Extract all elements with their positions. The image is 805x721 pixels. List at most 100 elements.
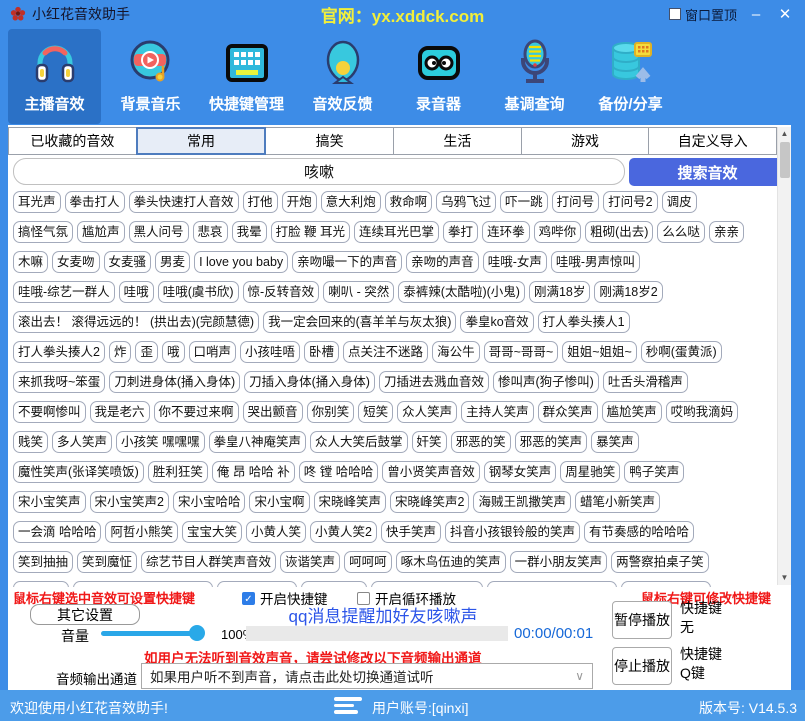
sound-effect-button[interactable]: 宋小宝笑声: [13, 491, 86, 513]
toolbar-item-recorder[interactable]: 录音器: [392, 29, 485, 124]
sound-effect-button[interactable]: 群众笑声: [538, 401, 598, 423]
sound-effect-button[interactable]: 哎哟我滴妈: [666, 401, 739, 423]
sound-effect-button[interactable]: 刚满18岁: [529, 281, 590, 303]
sound-effect-button[interactable]: 点关注不迷路: [343, 341, 428, 363]
sound-effect-button[interactable]: 打脸 鞭 耳光: [271, 221, 350, 243]
sound-effect-button[interactable]: 奸笑: [412, 431, 447, 453]
sound-effect-button[interactable]: 黑人问号: [129, 221, 189, 243]
sound-effect-button[interactable]: 周星驰笑: [560, 461, 620, 483]
sound-effect-button[interactable]: 宝宝大笑: [182, 521, 242, 543]
sound-effect-button[interactable]: 邪恶的笑声: [515, 431, 588, 453]
toolbar-item-backup-share[interactable]: 备份/分享: [584, 29, 677, 124]
sound-effect-button[interactable]: 胜利狂笑: [148, 461, 208, 483]
sound-effect-button[interactable]: 连环拳: [482, 221, 530, 243]
sound-effect-button[interactable]: 小黄人笑2: [310, 521, 377, 543]
slider-track[interactable]: [101, 631, 203, 636]
toolbar-item-pitch-query[interactable]: 基调查询: [488, 29, 581, 124]
tab-funny[interactable]: 搞笑: [265, 127, 394, 155]
sound-effect-button[interactable]: 滚出去！ 滚得远远的！ (拱出去)(完颜慧德): [13, 311, 259, 333]
sound-effect-button[interactable]: 吐舌头滑稽声: [603, 371, 688, 393]
sound-effect-button[interactable]: 海贼王凯撒笑声: [473, 491, 571, 513]
sound-effect-button[interactable]: 鸡哔你: [534, 221, 582, 243]
sound-effect-button[interactable]: 邪恶的笑: [451, 431, 511, 453]
sound-effect-button[interactable]: 魔性笑声(张译笑喷饭): [13, 461, 144, 483]
sound-effect-button[interactable]: 笑到抽抽: [13, 551, 73, 573]
sound-effect-button[interactable]: 多人笑声: [52, 431, 112, 453]
sound-effect-button[interactable]: 有节奏感的哈哈哈: [584, 521, 694, 543]
sound-effect-button[interactable]: 来抓我呀~笨蛋: [13, 371, 105, 393]
sound-effect-button[interactable]: 短笑: [358, 401, 393, 423]
sound-effect-button[interactable]: 口哨声: [189, 341, 237, 363]
sound-effect-button[interactable]: 搞怪气氛: [13, 221, 73, 243]
sound-effect-button[interactable]: 鸭子笑声: [624, 461, 684, 483]
volume-slider[interactable]: [101, 625, 213, 641]
sound-effect-button[interactable]: 拳击打人: [65, 191, 125, 213]
sound-effect-button[interactable]: 宋小宝笑声2: [90, 491, 169, 513]
toolbar-item-sound-feedback[interactable]: 音效反馈: [296, 29, 389, 124]
sound-effect-button[interactable]: 尴尬声: [77, 221, 125, 243]
scrollbar-thumb[interactable]: [780, 142, 790, 178]
sound-effect-button[interactable]: 啄木鸟伍迪的笑声: [396, 551, 506, 573]
sound-effect-button[interactable]: 海公牛: [432, 341, 480, 363]
sound-effect-button[interactable]: 惨叫声(狗子惨叫): [493, 371, 599, 393]
sound-effect-button[interactable]: 女麦骚: [104, 251, 152, 273]
sound-effect-button[interactable]: 惊-反转音效: [243, 281, 320, 303]
search-input[interactable]: [13, 158, 625, 185]
sound-effect-button[interactable]: 亲吻的声音: [406, 251, 479, 273]
pause-button[interactable]: 暂停播放: [612, 601, 672, 639]
toolbar-item-hotkey-manager[interactable]: 快捷键管理: [200, 29, 293, 124]
sound-effect-button[interactable]: 男麦: [155, 251, 190, 273]
sound-effect-button[interactable]: 卧槽: [304, 341, 339, 363]
sound-effect-button[interactable]: 贱笑: [13, 431, 48, 453]
sound-effect-button[interactable]: 连续耳光巴掌: [354, 221, 439, 243]
sound-effect-button[interactable]: 你不要过来啊: [154, 401, 239, 423]
sound-effect-button[interactable]: 抖音小孩银铃般的笑声: [445, 521, 580, 543]
other-settings-button[interactable]: 其它设置: [30, 604, 140, 625]
sound-effect-button[interactable]: 刀插进去溅血音效: [379, 371, 489, 393]
sound-effect-button[interactable]: 宋晓峰笑声2: [390, 491, 469, 513]
sound-effect-button[interactable]: 意大利炮: [321, 191, 381, 213]
sound-effect-button[interactable]: 宋小宝啊: [249, 491, 309, 513]
sound-effect-button[interactable]: 不要啊惨叫: [13, 401, 86, 423]
sound-effect-button[interactable]: 主持人笑声: [461, 401, 534, 423]
sound-effect-button[interactable]: 俺 昂 哈哈 补: [212, 461, 295, 483]
scroll-down-icon[interactable]: [778, 571, 791, 585]
tab-game[interactable]: 游戏: [521, 127, 650, 155]
sound-effect-button[interactable]: 歪: [135, 341, 158, 363]
sound-effect-button[interactable]: 哇哦: [119, 281, 154, 303]
sound-effect-button[interactable]: 钢琴女笑声: [484, 461, 557, 483]
sound-effect-button[interactable]: 悲哀: [193, 221, 228, 243]
sound-effect-button[interactable]: 拳头快速打人音效: [129, 191, 239, 213]
sound-effect-button[interactable]: 哇哦-男声惊叫: [551, 251, 640, 273]
sound-effect-button[interactable]: 泰裤辣(太酷啦)(小鬼): [398, 281, 525, 303]
minimize-button[interactable]: –: [746, 6, 766, 23]
sound-effect-button[interactable]: 女麦吻: [52, 251, 100, 273]
sound-effect-button[interactable]: 打人拳头揍人2: [13, 341, 105, 363]
sound-effect-button[interactable]: 亲吻嘬一下的声音: [292, 251, 402, 273]
sound-effect-button[interactable]: 你别笑: [307, 401, 355, 423]
sound-effect-button[interactable]: 一群小朋友笑声: [510, 551, 608, 573]
menu-icon[interactable]: [334, 697, 362, 717]
sound-effect-button[interactable]: 阿哲小熊笑: [105, 521, 178, 543]
sound-effect-button[interactable]: 综艺节目人群笑声音效: [141, 551, 276, 573]
sound-effect-button[interactable]: 拳皇ko音效: [460, 311, 533, 333]
output-channel-dropdown[interactable]: 如果用户听不到声音，请点击此处切换通道试听: [141, 663, 593, 689]
playback-progress-bar[interactable]: [246, 626, 508, 641]
sound-effect-button[interactable]: 喇叭 - 突然: [323, 281, 394, 303]
sound-effect-button[interactable]: 打问号2: [603, 191, 657, 213]
sound-effect-button[interactable]: 粗砌(出去): [585, 221, 653, 243]
close-button[interactable]: ✕: [775, 5, 795, 23]
sound-effect-button[interactable]: 炸: [109, 341, 132, 363]
sound-effect-button[interactable]: 快手笑声: [381, 521, 441, 543]
tab-life[interactable]: 生活: [393, 127, 522, 155]
sound-effect-button[interactable]: 木嘛: [13, 251, 48, 273]
sound-effect-button[interactable]: 尴尬笑声: [602, 401, 662, 423]
sound-effect-button[interactable]: 哇哦-综艺一群人: [13, 281, 115, 303]
sound-effect-button[interactable]: 打问号: [552, 191, 600, 213]
sound-effect-button[interactable]: 小孩笑 嘿嘿嘿: [116, 431, 204, 453]
sound-effect-button[interactable]: 两警察拍桌子笑: [611, 551, 709, 573]
scroll-up-icon[interactable]: [778, 127, 791, 141]
sound-effect-button[interactable]: 宋晓峰笑声: [314, 491, 387, 513]
sound-effect-button[interactable]: 打他: [243, 191, 278, 213]
sound-effect-button[interactable]: 呵呵呵: [344, 551, 392, 573]
